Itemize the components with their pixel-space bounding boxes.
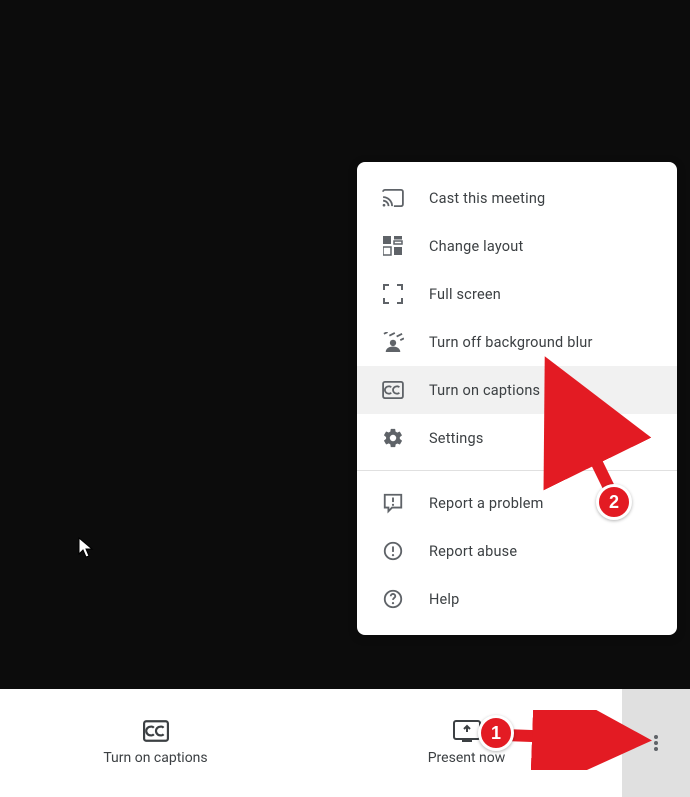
annotation-badge-2: 2 <box>596 484 632 520</box>
menu-item-background-blur[interactable]: Turn off background blur <box>357 318 677 366</box>
background-blur-icon <box>381 332 405 352</box>
menu-item-change-layout[interactable]: Change layout <box>357 222 677 270</box>
fullscreen-icon <box>381 284 405 304</box>
menu-item-label: Help <box>429 591 460 608</box>
menu-item-label: Turn on captions <box>429 382 540 399</box>
menu-item-settings[interactable]: Settings <box>357 414 677 462</box>
present-icon <box>453 720 481 742</box>
more-options-button[interactable] <box>622 689 690 797</box>
bottom-bar: Turn on captions Present now <box>0 689 690 797</box>
menu-item-captions[interactable]: Turn on captions <box>357 366 677 414</box>
report-abuse-icon <box>381 540 405 562</box>
menu-item-fullscreen[interactable]: Full screen <box>357 270 677 318</box>
captions-button[interactable]: Turn on captions <box>0 689 311 797</box>
menu-divider <box>357 470 677 471</box>
layout-icon <box>381 236 405 256</box>
menu-item-label: Report a problem <box>429 495 544 512</box>
gear-icon <box>381 427 405 449</box>
present-button[interactable]: Present now <box>311 689 622 797</box>
menu-item-label: Change layout <box>429 238 523 255</box>
captions-icon <box>381 381 405 399</box>
cast-icon <box>381 189 405 207</box>
cursor-icon <box>78 537 94 559</box>
feedback-icon <box>381 492 405 514</box>
help-icon <box>381 588 405 610</box>
menu-item-label: Turn off background blur <box>429 334 593 351</box>
menu-item-report-abuse[interactable]: Report abuse <box>357 527 677 575</box>
captions-button-label: Turn on captions <box>103 750 207 766</box>
more-vert-icon <box>654 733 658 753</box>
menu-item-label: Report abuse <box>429 543 517 560</box>
overflow-menu: Cast this meeting Change layout Full scr… <box>357 162 677 635</box>
menu-item-label: Full screen <box>429 286 501 303</box>
annotation-badge-1: 1 <box>478 715 514 751</box>
menu-item-help[interactable]: Help <box>357 575 677 623</box>
menu-item-label: Settings <box>429 430 484 447</box>
captions-icon <box>143 720 169 742</box>
menu-item-cast[interactable]: Cast this meeting <box>357 174 677 222</box>
present-button-label: Present now <box>428 750 506 766</box>
menu-item-label: Cast this meeting <box>429 190 545 207</box>
video-area: Cast this meeting Change layout Full scr… <box>0 0 690 689</box>
